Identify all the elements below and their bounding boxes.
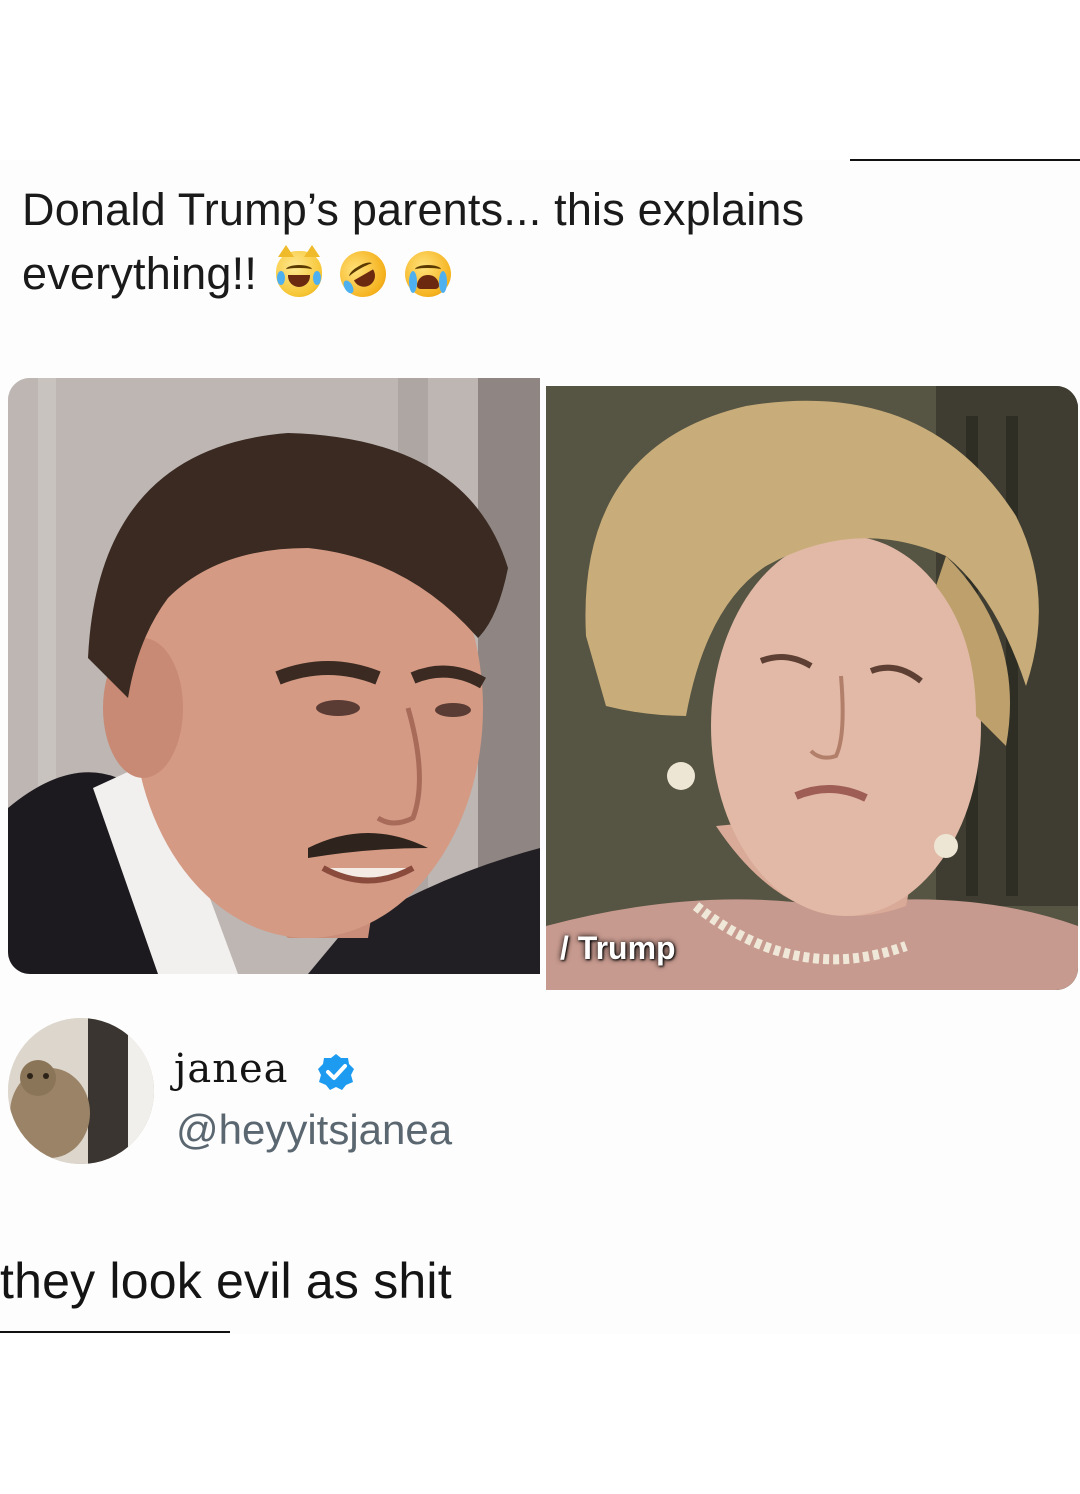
reply-author[interactable]: janea @heyyitsjanea [8, 1018, 708, 1168]
rolling-on-floor-laughing-icon [332, 242, 395, 306]
left-photo-portrait[interactable] [8, 378, 540, 974]
photo-collage [8, 376, 1078, 990]
avatar[interactable] [8, 1018, 154, 1164]
post-caption: Donald Trump’s parents... this explains … [22, 178, 1042, 306]
left-portrait-illustration [8, 378, 540, 974]
user-handle[interactable]: @heyyitsjanea [176, 1106, 452, 1154]
verified-badge-icon [318, 1054, 354, 1090]
reply-text: they look evil as shit [0, 1253, 452, 1309]
divider-line [0, 1331, 230, 1333]
right-portrait-illustration [546, 386, 1078, 990]
avatar-image [8, 1018, 154, 1164]
loudly-crying-face-icon [405, 251, 452, 297]
right-photo-portrait[interactable] [546, 386, 1078, 990]
photo-caption-overlay: / Trump [560, 930, 676, 966]
display-name[interactable]: janea [174, 1046, 289, 1092]
crying-laughing-cat-icon [275, 245, 322, 297]
divider-line [850, 159, 1080, 161]
